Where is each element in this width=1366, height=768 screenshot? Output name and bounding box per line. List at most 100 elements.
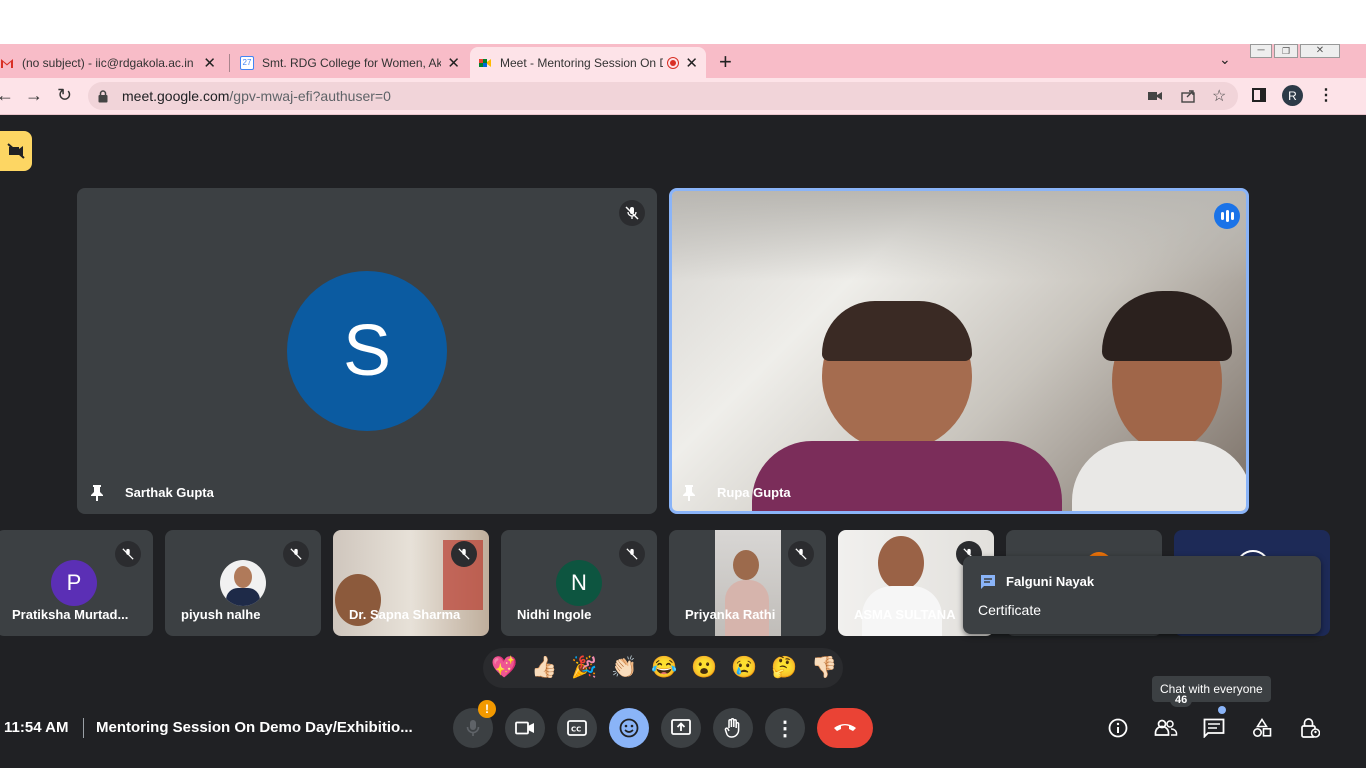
tab-title: Meet - Mentoring Session On D [500, 55, 664, 70]
reaction-crying[interactable]: 😢 [731, 654, 757, 682]
smiley-icon [619, 718, 639, 738]
share-icon[interactable] [1180, 88, 1196, 104]
participant-tile-video[interactable]: Dr. Sapna Sharma [333, 530, 489, 636]
participant-name: Pratiksha Murtad... [12, 607, 129, 622]
tab-title: Smt. RDG College for Women, Akola [262, 55, 442, 70]
meeting-details-button[interactable] [1098, 708, 1138, 748]
pin-icon[interactable] [682, 484, 696, 502]
pin-icon[interactable] [90, 484, 104, 502]
participant-name: Priyanka Rathi [685, 607, 776, 622]
closed-captions-icon: CC [567, 720, 587, 736]
end-call-icon [834, 724, 856, 731]
participant-tile[interactable]: piyush nalhe [165, 530, 321, 636]
present-button[interactable] [661, 708, 701, 748]
gmail-icon [1, 58, 13, 68]
mic-off-icon [115, 541, 141, 567]
leave-call-button[interactable] [817, 708, 873, 748]
reaction-party-popper[interactable]: 🎉 [571, 654, 597, 682]
chat-icon [981, 575, 995, 589]
toolbar: ← → ↻ meet.google.com/gpv-mwaj-efi?authu… [0, 78, 1366, 115]
mic-off-icon [619, 541, 645, 567]
tab-separator [229, 54, 230, 72]
participant-tile[interactable]: P Pratiksha Murtad... [0, 530, 153, 636]
people-button[interactable]: 46 [1146, 693, 1193, 748]
participant-tile-video[interactable]: Priyanka Rathi [669, 530, 826, 636]
reaction-surprised[interactable]: 😮 [691, 654, 717, 682]
new-tab-icon[interactable]: + [719, 49, 732, 75]
lock-person-icon [1301, 718, 1320, 738]
raise-hand-button[interactable] [713, 708, 753, 748]
calendar-icon: 27 [240, 55, 254, 70]
meeting-title: Mentoring Session On Demo Day/Exhibitio.… [96, 719, 413, 736]
close-tab-icon[interactable]: ✕ [447, 54, 460, 72]
video-person-face [878, 536, 924, 590]
reload-icon[interactable]: ↻ [57, 85, 72, 106]
meet-stage: S Sarthak Gupta Rupa Gupta P Pratiksha M… [0, 115, 1366, 768]
camera-button[interactable] [505, 708, 545, 748]
present-screen-icon [671, 719, 691, 735]
restore-icon[interactable]: ❐ [1274, 44, 1298, 58]
reactions-button[interactable] [609, 708, 649, 748]
tab-title: (no subject) - iic@rdgakola.ac.in - S [22, 55, 198, 70]
reactions-bar: 💖 👍🏻 🎉 👏🏻 😂 😮 😢 🤔 👎🏻 [483, 648, 843, 688]
avatar: P [51, 560, 97, 606]
reaction-thinking[interactable]: 🤔 [771, 654, 797, 682]
side-panel-icon[interactable] [1252, 88, 1266, 102]
people-icon [1154, 719, 1178, 736]
address-bar[interactable]: meet.google.com/gpv-mwaj-efi?authuser=0 … [88, 82, 1238, 110]
tab-bar: (no subject) - iic@rdgakola.ac.in - S ✕ … [0, 44, 1366, 78]
screen-top-blank [0, 0, 1366, 44]
close-tab-icon[interactable]: ✕ [203, 54, 216, 72]
tab-meet[interactable]: Meet - Mentoring Session On D ✕ [470, 47, 706, 78]
activities-button[interactable] [1242, 708, 1282, 748]
video-camera-icon [515, 721, 534, 735]
tab-search-chevron-icon[interactable]: ⌄ [1219, 51, 1231, 68]
tab-college[interactable]: 27 Smt. RDG College for Women, Akola ✕ [232, 47, 468, 78]
tab-gmail[interactable]: (no subject) - iic@rdgakola.ac.in - S ✕ [0, 47, 224, 78]
forward-icon[interactable]: → [25, 85, 43, 106]
participant-name: Sarthak Gupta [125, 485, 214, 500]
chat-icon [1203, 718, 1225, 738]
profile-avatar[interactable]: R [1282, 85, 1303, 106]
participant-name: ASMA SULTANA [854, 607, 956, 622]
more-options-button[interactable]: ⋮ [765, 708, 805, 748]
reaction-thumbs-down[interactable]: 👎🏻 [811, 654, 837, 682]
minimize-icon[interactable]: ─ [1250, 44, 1272, 58]
reaction-thumbs-up[interactable]: 👍🏻 [531, 654, 557, 682]
bookmark-star-icon[interactable]: ☆ [1212, 86, 1226, 106]
video-background [672, 191, 1246, 281]
divider [83, 718, 84, 738]
url-host: meet.google.com [122, 88, 230, 104]
reaction-laugh[interactable]: 😂 [651, 654, 677, 682]
reaction-sparkling-heart[interactable]: 💖 [491, 654, 517, 682]
more-vert-icon: ⋮ [775, 717, 795, 740]
reaction-clap[interactable]: 👏🏻 [611, 654, 637, 682]
mic-alert-badge: ! [478, 700, 496, 718]
mic-off-icon [619, 200, 645, 226]
microphone-button[interactable]: ! [453, 700, 496, 748]
video-person-hair [1102, 291, 1232, 361]
mic-off-icon [788, 541, 814, 567]
meeting-time: 11:54 AM [4, 719, 69, 736]
profile-photo [220, 560, 266, 606]
browser-menu-icon[interactable]: ⋮ [1318, 85, 1334, 105]
chat-notification[interactable]: Falguni Nayak Certificate [963, 556, 1321, 634]
chat-button[interactable] [1194, 706, 1234, 748]
participant-tile-main[interactable]: S Sarthak Gupta [77, 188, 657, 514]
close-window-icon[interactable]: ✕ [1300, 44, 1340, 58]
back-icon[interactable]: ← [0, 85, 14, 106]
mic-off-icon [451, 541, 477, 567]
chat-message: Certificate [978, 602, 1042, 618]
close-tab-icon[interactable]: ✕ [685, 54, 698, 72]
camera-in-use-icon[interactable] [1148, 90, 1162, 102]
host-controls-button[interactable] [1290, 708, 1330, 748]
participant-tile-main-video[interactable]: Rupa Gupta [669, 188, 1249, 514]
captions-button[interactable]: CC [557, 708, 597, 748]
activities-shapes-icon [1252, 718, 1272, 738]
video-off-notice-icon[interactable] [0, 131, 32, 171]
mic-off-icon [283, 541, 309, 567]
participant-tile[interactable]: N Nidhi Ingole [501, 530, 657, 636]
raise-hand-icon [724, 718, 740, 738]
recording-icon [667, 56, 680, 69]
participant-name: Dr. Sapna Sharma [349, 607, 461, 622]
